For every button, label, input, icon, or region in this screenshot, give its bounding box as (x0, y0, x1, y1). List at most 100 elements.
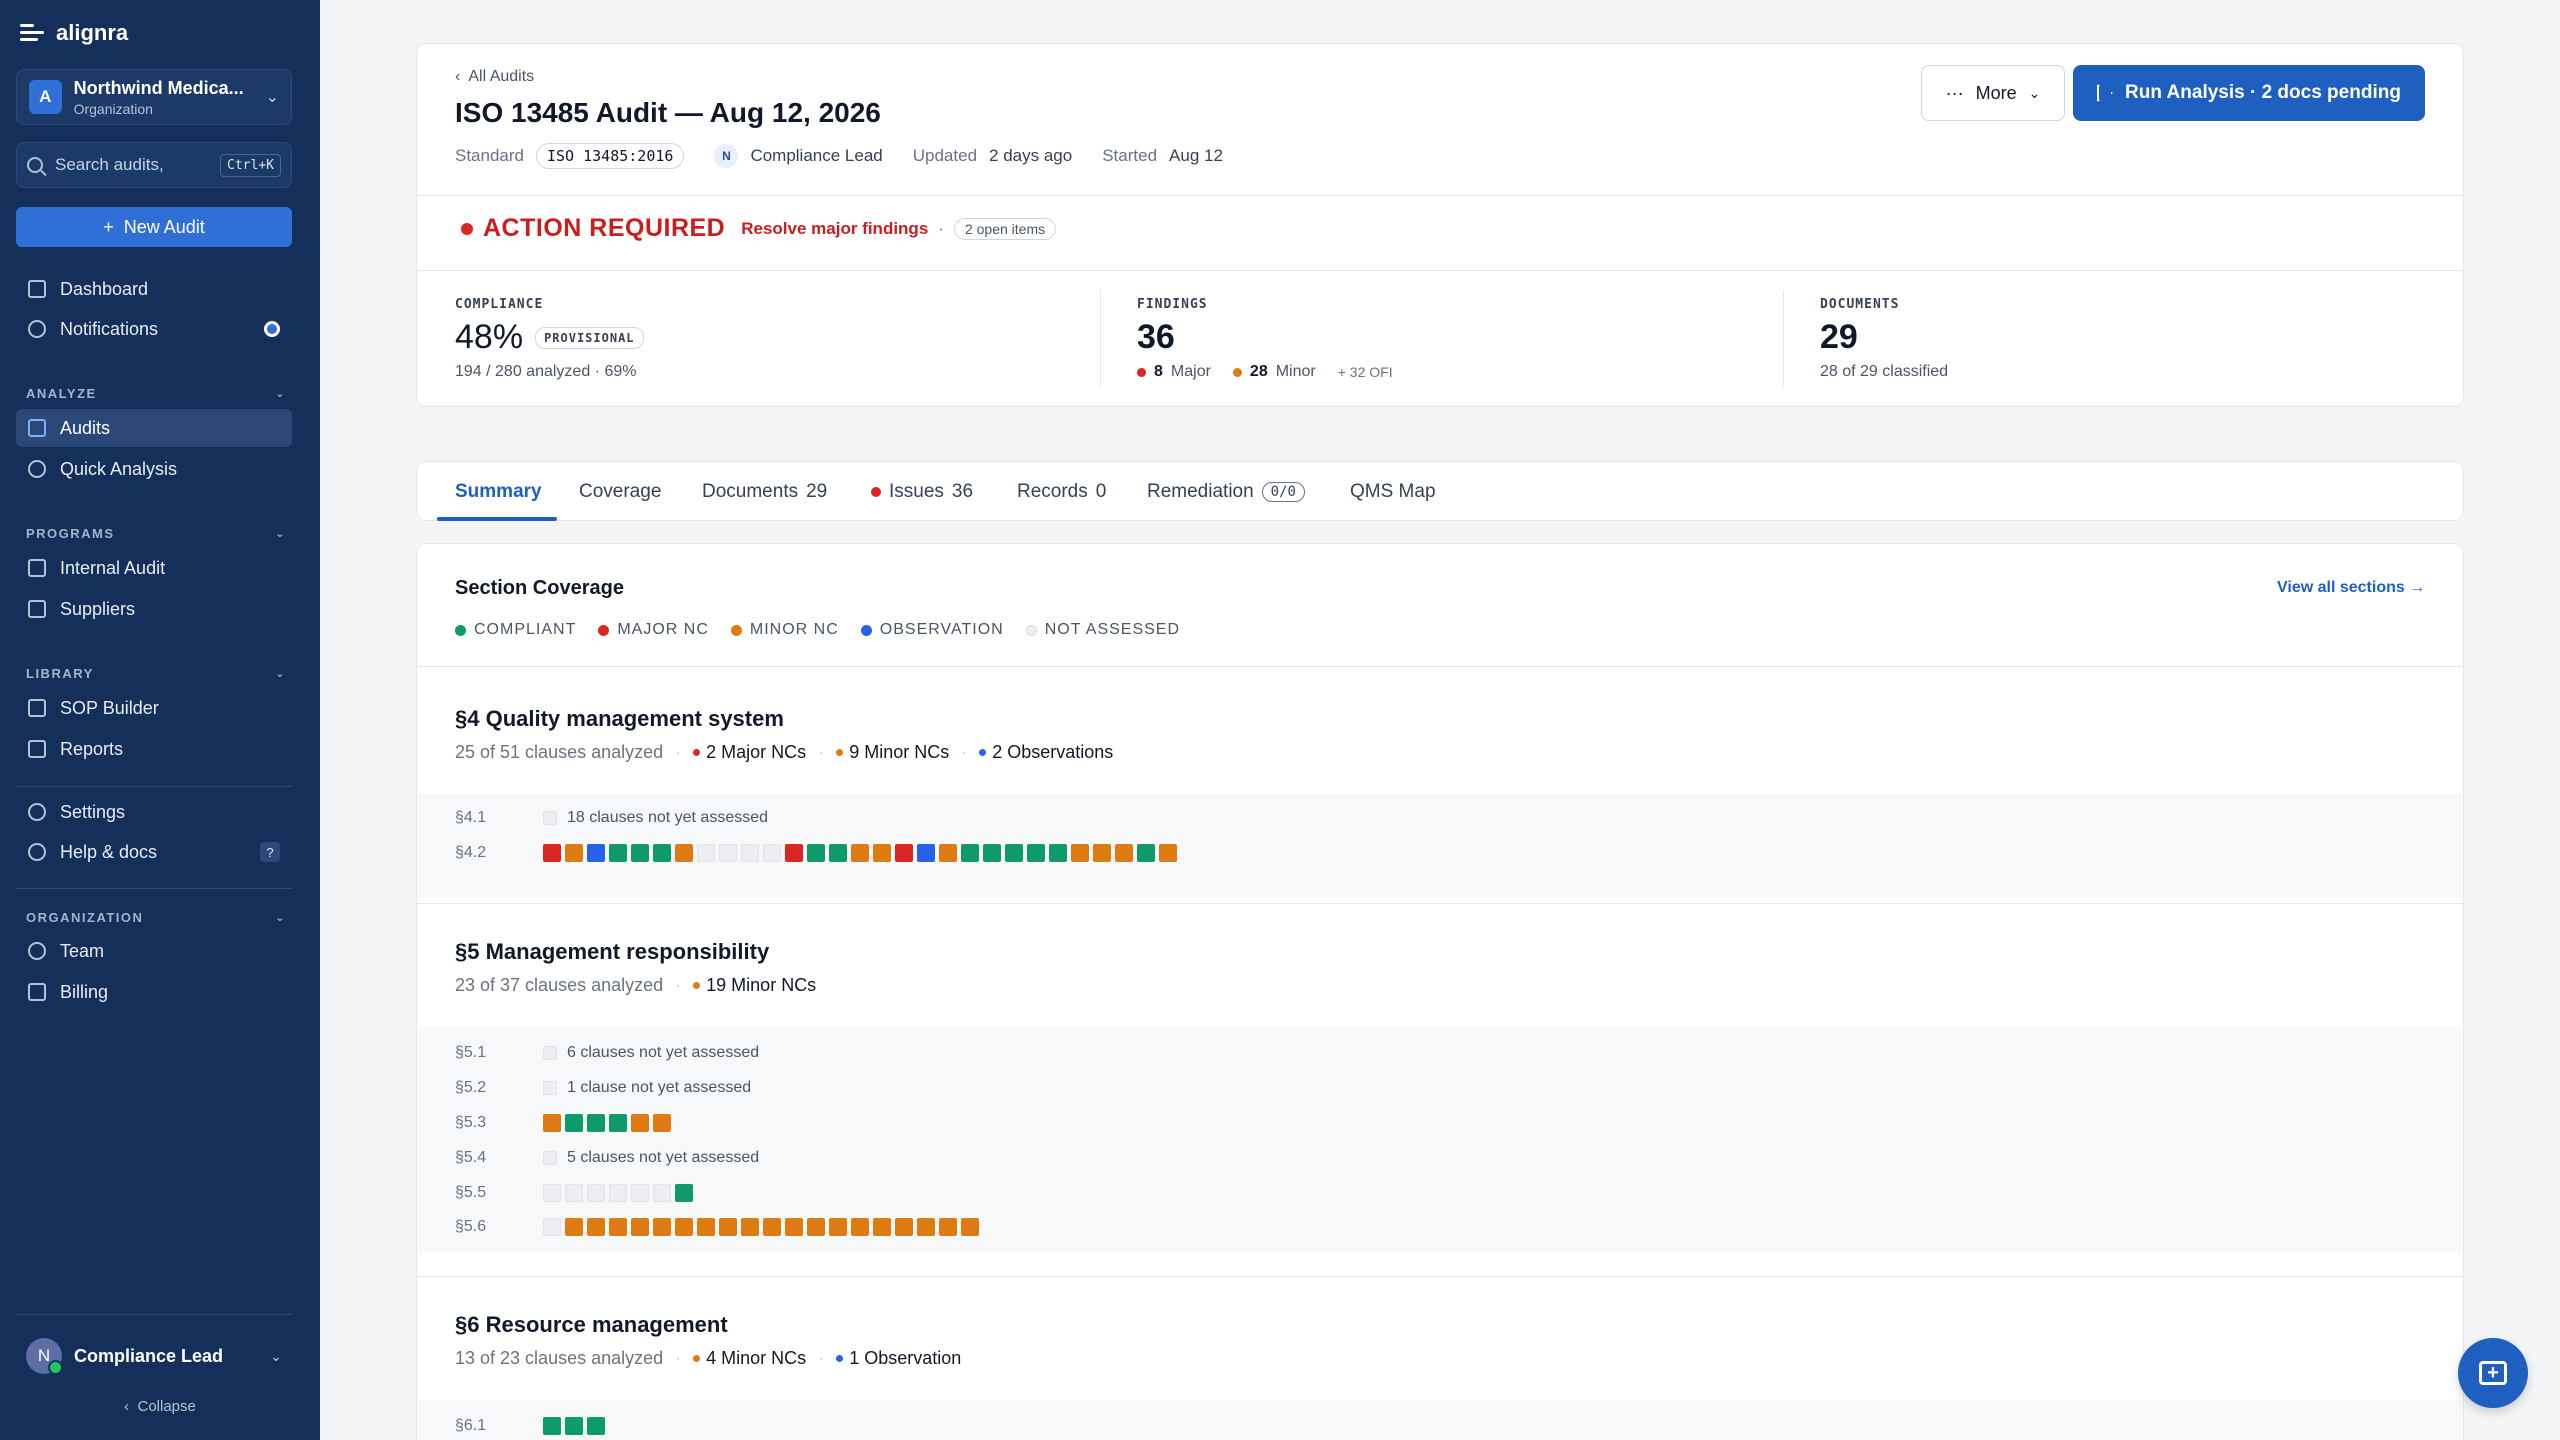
clause-cell[interactable] (543, 844, 561, 862)
open-items-badge[interactable]: 2 open items (953, 217, 1057, 240)
sidebar-item-quick-analysis[interactable]: Quick Analysis (16, 450, 292, 488)
status-message[interactable]: Resolve major findings (741, 219, 928, 239)
sidebar-item-audits[interactable]: Audits (16, 409, 292, 447)
sidebar-item-team[interactable]: Team (16, 932, 292, 970)
tab-remediation[interactable]: Remediation 0/0 (1147, 462, 1305, 522)
clause-cell[interactable] (565, 1417, 583, 1435)
clause-cell[interactable] (961, 844, 979, 862)
clause-cell[interactable] (565, 1184, 583, 1202)
clause-cell[interactable] (653, 844, 671, 862)
sidebar-item-reports[interactable]: Reports (16, 730, 292, 768)
group-programs[interactable]: PROGRAMS ⌄ (26, 526, 286, 541)
clause-cell[interactable] (873, 844, 891, 862)
clause-cell[interactable] (1093, 844, 1111, 862)
clause-cell[interactable] (873, 1218, 891, 1236)
search-input[interactable]: Search audits, Ctrl+K (16, 142, 292, 188)
tab-documents[interactable]: Documents 29 (702, 462, 827, 522)
clause-cell[interactable] (895, 844, 913, 862)
clause-cell[interactable] (851, 1218, 869, 1236)
clause-cell[interactable] (565, 1218, 583, 1236)
clause-cell[interactable] (1027, 844, 1045, 862)
clause-cell[interactable] (807, 844, 825, 862)
clause-cell[interactable] (1137, 844, 1155, 862)
collapse-sidebar-button[interactable]: ‹ Collapse (0, 1398, 320, 1415)
app-logo[interactable]: alignra (20, 18, 128, 48)
clause-cell[interactable] (587, 1114, 605, 1132)
clause-cell[interactable] (543, 1081, 557, 1095)
clause-cell[interactable] (609, 844, 627, 862)
view-all-sections-link[interactable]: View all sections → (2277, 579, 2425, 597)
tab-issues[interactable]: Issues 36 (871, 462, 973, 522)
clause-cell[interactable] (917, 844, 935, 862)
clause-cell[interactable] (587, 844, 605, 862)
coverage-section-header[interactable]: §4 Quality management system 25 of 51 cla… (455, 706, 1113, 763)
clause-cell[interactable] (851, 844, 869, 862)
clause-cell[interactable] (829, 844, 847, 862)
clause-cell[interactable] (675, 1218, 693, 1236)
clause-cell[interactable] (653, 1218, 671, 1236)
sidebar-item-notifications[interactable]: Notifications (16, 310, 292, 348)
clause-cell[interactable] (609, 1114, 627, 1132)
clause-cell[interactable] (1049, 844, 1067, 862)
clause-cell[interactable] (917, 1218, 935, 1236)
clause-cell[interactable] (543, 1184, 561, 1202)
clause-cell[interactable] (543, 811, 557, 825)
clause-cell[interactable] (631, 844, 649, 862)
user-menu[interactable]: N Compliance Lead ⌄ (16, 1328, 292, 1384)
clause-cell[interactable] (1005, 844, 1023, 862)
group-analyze[interactable]: ANALYZE ⌄ (26, 386, 286, 401)
sidebar-item-internal-audit[interactable]: Internal Audit (16, 549, 292, 587)
clause-cell[interactable] (631, 1114, 649, 1132)
clause-cell[interactable] (895, 1218, 913, 1236)
clause-cell[interactable] (829, 1218, 847, 1236)
clause-cell[interactable] (697, 844, 715, 862)
tab-qms-map[interactable]: QMS Map (1350, 462, 1436, 522)
clause-cell[interactable] (939, 1218, 957, 1236)
clause-cell[interactable] (543, 1218, 561, 1236)
sidebar-item-dashboard[interactable]: Dashboard (16, 270, 292, 308)
clause-cell[interactable] (631, 1184, 649, 1202)
clause-cell[interactable] (587, 1218, 605, 1236)
clause-cell[interactable] (565, 1114, 583, 1132)
clause-cell[interactable] (609, 1184, 627, 1202)
clause-cell[interactable] (1071, 844, 1089, 862)
sidebar-item-suppliers[interactable]: Suppliers (16, 590, 292, 628)
clause-cell[interactable] (697, 1218, 715, 1236)
clause-cell[interactable] (587, 1184, 605, 1202)
clause-cell[interactable] (543, 1417, 561, 1435)
coverage-section-header[interactable]: §6 Resource management 13 of 23 clauses a… (455, 1312, 961, 1369)
tab-coverage[interactable]: Coverage (579, 462, 661, 522)
sidebar-item-help[interactable]: Help & docs ? (16, 833, 292, 871)
clause-cell[interactable] (741, 1218, 759, 1236)
tab-summary[interactable]: Summary (455, 462, 542, 522)
group-library[interactable]: LIBRARY ⌄ (26, 666, 286, 681)
breadcrumb[interactable]: ‹ All Audits (455, 68, 534, 86)
clause-cell[interactable] (763, 1218, 781, 1236)
clause-cell[interactable] (543, 1151, 557, 1165)
clause-cell[interactable] (653, 1184, 671, 1202)
clause-cell[interactable] (1115, 844, 1133, 862)
clause-cell[interactable] (741, 844, 759, 862)
coverage-section-header[interactable]: §5 Management responsibility 23 of 37 cla… (455, 939, 816, 996)
sidebar-item-settings[interactable]: Settings (16, 793, 292, 831)
clause-cell[interactable] (939, 844, 957, 862)
more-button[interactable]: ··· More ⌄ (1921, 65, 2065, 121)
clause-cell[interactable] (565, 844, 583, 862)
clause-cell[interactable] (1159, 844, 1177, 862)
clause-cell[interactable] (785, 1218, 803, 1236)
chat-button[interactable]: + (2458, 1338, 2528, 1408)
group-organization[interactable]: ORGANIZATION ⌄ (26, 910, 286, 925)
clause-cell[interactable] (983, 844, 1001, 862)
new-audit-button[interactable]: + New Audit (16, 207, 292, 247)
org-switcher[interactable]: A Northwind Medica... Organization ⌄ (16, 69, 292, 125)
sidebar-item-billing[interactable]: Billing (16, 973, 292, 1011)
clause-cell[interactable] (719, 844, 737, 862)
clause-cell[interactable] (785, 844, 803, 862)
clause-cell[interactable] (587, 1417, 605, 1435)
clause-cell[interactable] (961, 1218, 979, 1236)
clause-cell[interactable] (675, 844, 693, 862)
clause-cell[interactable] (609, 1218, 627, 1236)
clause-cell[interactable] (631, 1218, 649, 1236)
clause-cell[interactable] (719, 1218, 737, 1236)
tab-records[interactable]: Records 0 (1017, 462, 1106, 522)
